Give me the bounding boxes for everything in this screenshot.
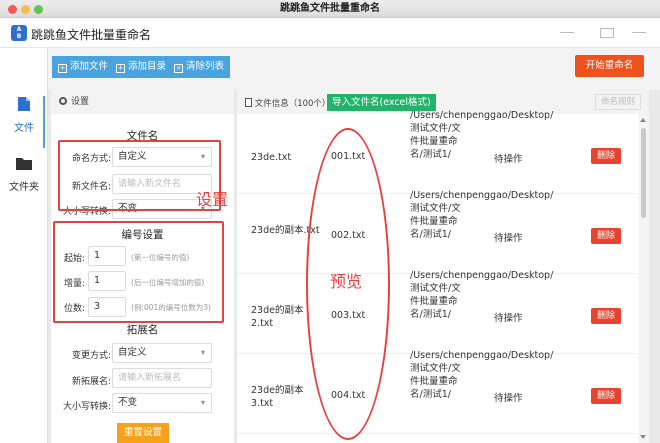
max-app-icon[interactable] [600, 28, 614, 38]
delete-button[interactable]: 删除 [591, 148, 621, 164]
sidebar-item-label: 文件 [14, 123, 34, 134]
close-app-icon[interactable] [632, 32, 646, 33]
preview-annotation-label: 预览 [330, 272, 363, 291]
original-filename: 23de的副本3.txt [251, 385, 304, 409]
delete-button[interactable]: 删除 [591, 308, 621, 324]
scroll-down-icon[interactable] [640, 435, 646, 439]
clear-list-button[interactable]: × 清除列表 [168, 56, 231, 78]
window-title: 跳跳鱼文件批量重命名 [280, 3, 380, 14]
min-app-icon[interactable] [560, 32, 574, 33]
status-text: 待操作 [494, 313, 523, 324]
add-file-button[interactable]: + 添加文件 [52, 56, 115, 78]
settings-header: 设置 [51, 90, 234, 114]
new-extension-input[interactable]: 请输入新拓展名 [112, 368, 212, 388]
sidebar-item-label: 文件夹 [9, 182, 39, 193]
sidebar-item-file[interactable]: 文件 [0, 96, 48, 134]
extension-section-title: 拓展名 [126, 324, 159, 336]
naming-rule-button[interactable]: 命名规则 [595, 94, 641, 110]
extension-case-label: 大小写转换: [62, 402, 111, 412]
toolbar: + 添加文件 + 添加目录 × 清除列表 [48, 48, 660, 90]
folder-icon [16, 158, 32, 170]
gear-icon [59, 97, 67, 105]
numbering-annotation-box [53, 221, 224, 323]
file-path: /Users/chenpenggao/Desktop/测试文件/文件批量重命名/… [410, 190, 554, 240]
file-list-panel: 文件信息（100个） 导入文件名(excel格式) 命名规则 23de.txt … [237, 90, 649, 443]
reset-settings-button[interactable]: 重置设置 [117, 423, 169, 443]
file-path: /Users/chenpenggao/Desktop/测试文件/文件批量重命名/… [410, 110, 554, 160]
add-directory-button[interactable]: + 添加目录 [110, 56, 173, 78]
chevron-down-icon: ▾ [200, 348, 205, 357]
clear-icon: × [174, 64, 183, 73]
file-count-label: 文件信息（100个） [254, 99, 331, 109]
file-icon [18, 97, 30, 111]
scrollbar-thumb[interactable] [641, 128, 646, 218]
scroll-up-icon[interactable] [640, 118, 646, 122]
app-header: AB 跳跳鱼文件批量重命名 [0, 18, 660, 48]
extension-mode-label: 变更方式: [71, 351, 111, 361]
app-logo-icon: AB [11, 25, 27, 41]
start-rename-button[interactable]: 开始重命名 [575, 55, 644, 77]
sidebar-item-folder[interactable]: 文件夹 [0, 156, 48, 193]
add-folder-icon: + [116, 64, 125, 73]
app-title: 跳跳鱼文件批量重命名 [31, 28, 152, 42]
new-extension-label: 新拓展名: [71, 377, 111, 387]
status-text: 待操作 [494, 393, 523, 404]
extension-case-select[interactable]: 不变 ▾ [112, 393, 212, 413]
chevron-down-icon: ▾ [200, 398, 205, 407]
delete-button[interactable]: 删除 [591, 228, 621, 244]
minimize-window-icon[interactable] [21, 5, 30, 14]
file-list-scrollbar[interactable] [638, 114, 649, 443]
table-row: 23de.txt 001.txt /Users/chenpenggao/Desk… [237, 110, 637, 194]
close-window-icon[interactable] [8, 5, 17, 14]
original-filename: 23de.txt [251, 152, 292, 163]
file-path: /Users/chenpenggao/Desktop/测试文件/文件批量重命名/… [410, 350, 554, 400]
status-text: 待操作 [494, 233, 523, 244]
add-file-icon: + [58, 64, 67, 73]
status-text: 待操作 [494, 154, 523, 165]
sidebar: 文件 文件夹 [0, 48, 48, 443]
extension-mode-select[interactable]: 自定义 ▾ [112, 343, 212, 363]
window-titlebar: 跳跳鱼文件批量重命名 [0, 0, 660, 18]
delete-button[interactable]: 删除 [591, 388, 621, 404]
document-icon [245, 98, 252, 107]
settings-annotation-label: 设置 [196, 190, 229, 209]
file-path: /Users/chenpenggao/Desktop/测试文件/文件批量重命名/… [410, 270, 554, 320]
table-row: 23de的副本3.txt 004.txt /Users/chenpenggao/… [237, 350, 637, 434]
table-row: 23de的副本2.txt 003.txt /Users/chenpenggao/… [237, 270, 637, 354]
maximize-window-icon[interactable] [34, 5, 43, 14]
table-row: 23de的副本.txt 002.txt /Users/chenpenggao/D… [237, 190, 637, 274]
